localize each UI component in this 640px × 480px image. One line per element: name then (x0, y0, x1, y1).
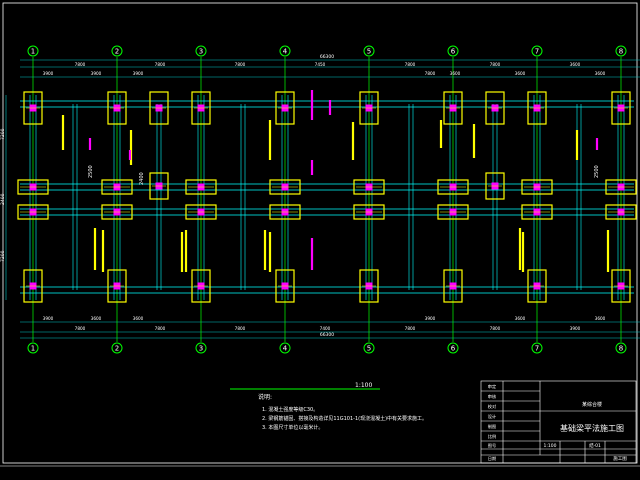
bottom-dim-1: 7800 (155, 326, 166, 331)
axis-label-5: 5 (367, 48, 371, 56)
notes-block: 1:100 说明: 1. 混凝土强度等级C30。 2. 梁钢筋锚固、搭接及构造详… (230, 382, 427, 431)
bottom-dim-7: 3900 (43, 316, 54, 321)
top-dim-7: 7800 (425, 71, 436, 76)
top-dim-13: 3600 (595, 71, 606, 76)
note-1: 1. 混凝土强度等级C30。 (262, 406, 318, 413)
bottom-dim-6: 3900 (570, 326, 581, 331)
title-block-label-0: 审定 (488, 383, 496, 390)
bottom-dim-3: 7400 (320, 326, 331, 331)
top-dim-1: 7800 (155, 62, 166, 67)
left-dim-3: 7200 (0, 250, 6, 262)
bottom-dim-9: 3600 (133, 316, 144, 321)
bottom-total-dimension: 66300 (320, 332, 334, 338)
note-3: 3. 本图尺寸单位以毫米计。 (262, 424, 323, 431)
axis-label-7: 7 (535, 345, 539, 353)
bottom-dim-11: 3600 (515, 316, 526, 321)
cad-drawing: 1122334455667788 7800 7800 7800 7450 7800 780… (0, 2, 640, 467)
title-block-label-3: 设计 (488, 413, 496, 420)
top-dim-12: 3600 (515, 71, 526, 76)
left-dim-2: 2400 (0, 193, 6, 205)
title-block-label-5: 比例 (488, 433, 496, 440)
drawing-stage: 施工图 (613, 455, 627, 462)
top-dim-11: 3900 (133, 71, 144, 76)
axis-label-7: 7 (535, 48, 539, 56)
title-block-labels: 审定审核校对设计制图比例图号日期 (488, 383, 497, 462)
axis-label-1: 1 (31, 345, 35, 353)
top-dim-5: 7800 (490, 62, 501, 67)
top-dim-0: 7800 (75, 62, 86, 67)
top-dim-2: 7800 (235, 62, 246, 67)
axis-label-4: 4 (283, 48, 288, 56)
axis-label-3: 3 (199, 345, 203, 353)
axis-label-5: 5 (367, 345, 371, 353)
axis-label-3: 3 (199, 48, 203, 56)
top-dim-4: 7800 (405, 62, 416, 67)
top-dimension-texts: 7800 7800 7800 7450 7800 7800 3600 7800 3600 3900… (43, 62, 606, 76)
bottom-dimension-texts: 7800 7800 7800 7400 7800 7800 3900 3900 3600 3600… (43, 316, 606, 331)
column-footings (17, 91, 637, 303)
title-block-label-2: 校对 (488, 403, 496, 410)
small-dimension-labels: 2500 2400 2500 (88, 165, 600, 185)
bottom-dim-12: 3600 (595, 316, 606, 321)
small-dim-3: 2500 (594, 165, 600, 178)
top-dim-3: 7450 (315, 62, 326, 67)
axis-label-2: 2 (115, 48, 119, 56)
drawing-title: 基础梁平法施工图 (560, 423, 624, 433)
title-block-label-4: 制图 (488, 423, 496, 430)
axis-label-6: 6 (451, 345, 456, 353)
small-dim-1: 2500 (88, 165, 94, 178)
bottom-dim-8: 3600 (91, 316, 102, 321)
top-total-dimension: 66300 (320, 54, 334, 60)
title-block (480, 380, 637, 464)
axis-label-2: 2 (115, 345, 119, 353)
bottom-dim-0: 7800 (75, 326, 86, 331)
title-block-scale: 1:100 (544, 443, 557, 449)
axis-label-4: 4 (283, 345, 288, 353)
note-2: 2. 梁钢筋锚固、搭接及构造详见11G101-1(现浇混凝土)中有关要求施工。 (262, 415, 427, 422)
bottom-dim-10: 3900 (425, 316, 436, 321)
top-dim-8: 3600 (450, 71, 461, 76)
top-dim-10: 3900 (91, 71, 102, 76)
left-dim-1: 7200 (0, 128, 6, 140)
title-block-label-1: 审核 (488, 393, 497, 400)
axis-label-6: 6 (451, 48, 456, 56)
notes-title: 说明: (258, 393, 272, 401)
scale-label: 1:100 (355, 382, 372, 389)
bottom-dim-4: 7800 (405, 326, 416, 331)
bottom-dim-2: 7800 (235, 326, 246, 331)
top-dim-6: 3600 (570, 62, 581, 67)
dimension-lines (5, 59, 640, 339)
bottom-dim-5: 7800 (490, 326, 501, 331)
title-block-label-7: 日期 (488, 456, 496, 462)
sheet-number: 结-01 (589, 442, 601, 449)
top-dim-9: 3900 (43, 71, 54, 76)
axis-label-8: 8 (619, 48, 623, 56)
title-block-label-6: 图号 (488, 443, 496, 449)
foundation-beams (20, 95, 634, 300)
small-dim-2: 2400 (139, 172, 145, 185)
axis-label-8: 8 (619, 345, 623, 353)
axis-label-1: 1 (31, 48, 35, 56)
project-name: 某综合楼 (582, 401, 602, 408)
